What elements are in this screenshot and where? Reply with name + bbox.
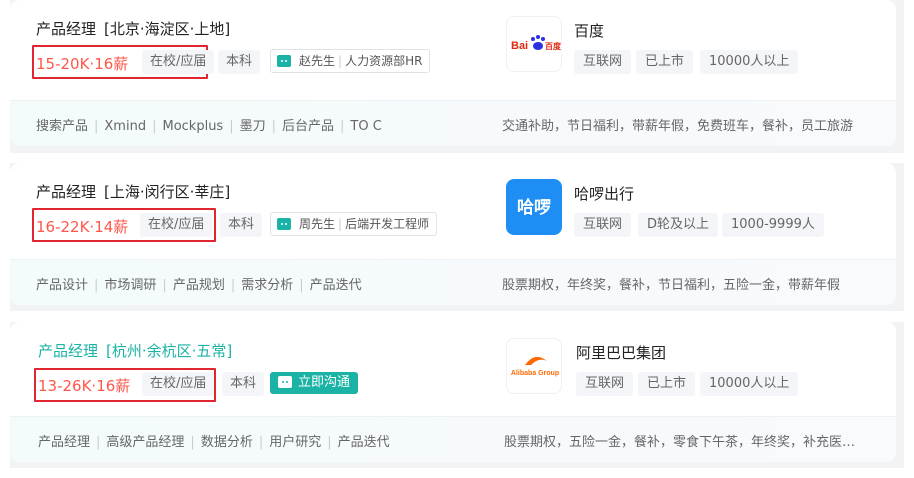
- skill-tag: 数据分析: [200, 435, 253, 450]
- company-stage-tag: D轮及以上: [638, 213, 719, 237]
- job-card-footer: 搜索产品 | Xmind | Mockplus | 墨刀 | 后台产品 | TO C 交通补助，节日…: [10, 100, 896, 146]
- recruiter-chat[interactable]: 周先生 | 后端开发工程师: [270, 212, 438, 236]
- job-card[interactable]: 产品经理 [上海·闵行区·莘庄] 16-22K·14薪 在校/应届 本科 周先生 |…: [10, 163, 896, 305]
- salary: 13-26K·16薪: [38, 377, 131, 395]
- chat-now-button[interactable]: 立即沟通: [270, 372, 359, 394]
- chat-icon: [277, 217, 291, 230]
- job-card-top: 产品经理 [杭州·余杭区·五常] 13-26K·16薪 在校/应届 本科 立即沟通…: [10, 322, 896, 414]
- chat-icon: [278, 375, 292, 388]
- skill-tags: 搜索产品 | Xmind | Mockplus | 墨刀 | 后台产品 | TO C: [36, 119, 382, 134]
- company-industry-tag: 互联网: [576, 372, 634, 396]
- job-title-link[interactable]: 产品经理 [上海·闵行区·莘庄]: [36, 181, 230, 202]
- company-logo[interactable]: Bai 百度: [506, 16, 562, 72]
- skill-tags: 产品经理 | 高级产品经理 | 数据分析 | 用户研究 | 产品迭代: [38, 435, 390, 450]
- skill-tags: 产品设计 | 市场调研 | 产品规划 | 需求分析 | 产品迭代: [36, 278, 362, 293]
- experience-tag: 在校/应届: [142, 50, 215, 74]
- recruiter-name: 赵先生: [299, 54, 336, 68]
- company-size-tag: 10000人以上: [700, 50, 799, 74]
- experience-tag: 在校/应届: [140, 213, 213, 237]
- company-stage-tag: 已上市: [636, 50, 694, 74]
- job-card-wrapper: 产品经理 [杭州·余杭区·五常] 13-26K·16薪 在校/应届 本科 立即沟通…: [10, 322, 904, 468]
- skill-tag: Mockplus: [162, 119, 224, 134]
- job-card-top: 产品经理 [北京·海淀区·上地] 15-20K·16薪 在校/应届 本科 赵先生 |…: [10, 0, 896, 92]
- job-list: 产品经理 [北京·海淀区·上地] 15-20K·16薪 在校/应届 本科 赵先生 |…: [0, 0, 914, 478]
- job-title[interactable]: 产品经理: [36, 20, 96, 38]
- job-title-link[interactable]: 产品经理 [杭州·余杭区·五常]: [38, 340, 232, 361]
- svg-text:百度: 百度: [545, 41, 562, 51]
- job-card-wrapper: 产品经理 [上海·闵行区·莘庄] 16-22K·14薪 在校/应届 本科 周先生 |…: [10, 163, 904, 311]
- company-industry-tag: 互联网: [574, 213, 632, 237]
- job-card[interactable]: 产品经理 [杭州·余杭区·五常] 13-26K·16薪 在校/应届 本科 立即沟通…: [10, 322, 896, 462]
- experience-tag: 在校/应届: [142, 372, 215, 396]
- company-name[interactable]: 百度: [574, 20, 604, 41]
- skill-tag: 高级产品经理: [106, 435, 185, 450]
- chat-icon: [277, 54, 291, 67]
- recruiter-chat[interactable]: 赵先生 | 人力资源部HR: [270, 49, 431, 73]
- company-industry-tag: 互联网: [574, 50, 632, 74]
- benefits-text: 交通补助，节日福利，带薪年假，免费班车，餐补，员工旅游: [502, 119, 854, 134]
- skill-tag: 产品迭代: [337, 435, 390, 450]
- job-location: [上海·闵行区·莘庄]: [104, 183, 231, 201]
- baidu-logo-icon: Bai 百度: [511, 35, 562, 52]
- education-tag: 本科: [218, 50, 261, 74]
- recruiter-role: 后端开发工程师: [345, 217, 430, 231]
- job-card-footer: 产品设计 | 市场调研 | 产品规划 | 需求分析 | 产品迭代 股票期权，年终奖，餐补，节日福…: [10, 259, 896, 305]
- education-tag: 本科: [222, 372, 265, 396]
- hello-logo-icon: 哈啰: [517, 197, 551, 218]
- chat-now-label: 立即沟通: [298, 375, 351, 390]
- job-card-footer: 产品经理 | 高级产品经理 | 数据分析 | 用户研究 | 产品迭代 股票期权，五险一金，餐补，…: [10, 416, 896, 462]
- svg-text:Alibaba Group: Alibaba Group: [511, 370, 559, 377]
- job-title-link[interactable]: 产品经理 [北京·海淀区·上地]: [36, 18, 230, 39]
- skill-tag: 产品设计: [36, 278, 89, 293]
- benefits-text: 股票期权，年终奖，餐补，节日福利，五险一金，带薪年假: [502, 278, 841, 293]
- company-size-tag: 10000人以上: [700, 372, 799, 396]
- company-logo[interactable]: 哈啰: [506, 179, 562, 235]
- svg-text:Bai: Bai: [511, 40, 528, 52]
- skill-tag: 产品迭代: [309, 278, 362, 293]
- recruiter-name: 周先生: [299, 217, 336, 231]
- job-title[interactable]: 产品经理: [36, 183, 96, 201]
- job-card-top: 产品经理 [上海·闵行区·莘庄] 16-22K·14薪 在校/应届 本科 周先生 |…: [10, 163, 896, 255]
- salary: 15-20K·16薪: [36, 55, 129, 73]
- skill-tag: 市场调研: [104, 278, 157, 293]
- job-card-wrapper: 产品经理 [北京·海淀区·上地] 15-20K·16薪 在校/应届 本科 赵先生 |…: [10, 0, 904, 153]
- skill-tag: Xmind: [104, 119, 147, 134]
- benefits-text: 股票期权，五险一金，餐补，零食下午茶，年终奖，补充医疗保险: [504, 435, 864, 450]
- company-stage-tag: 已上市: [638, 372, 696, 396]
- skill-tag: 用户研究: [269, 435, 322, 450]
- salary: 16-22K·14薪: [36, 218, 129, 236]
- recruiter-role: 人力资源部HR: [345, 54, 423, 68]
- job-location: [杭州·余杭区·五常]: [106, 342, 233, 360]
- skill-tag: TO C: [350, 119, 382, 134]
- skill-tag: 需求分析: [241, 278, 294, 293]
- job-location: [北京·海淀区·上地]: [104, 20, 231, 38]
- company-logo[interactable]: Alibaba Group: [506, 338, 562, 394]
- company-size-tag: 1000-9999人: [722, 213, 824, 237]
- company-name[interactable]: 阿里巴巴集团: [576, 342, 666, 363]
- skill-tag: 后台产品: [282, 119, 335, 134]
- divider: |: [338, 54, 343, 68]
- skill-tag: 产品规划: [172, 278, 225, 293]
- svg-text:哈啰: 哈啰: [517, 197, 551, 218]
- skill-tag: 产品经理: [38, 435, 91, 450]
- skill-tag: 搜索产品: [36, 119, 89, 134]
- skill-tag: 墨刀: [239, 119, 266, 134]
- job-title[interactable]: 产品经理: [38, 342, 98, 360]
- education-tag: 本科: [220, 213, 263, 237]
- alibaba-logo-icon: Alibaba Group: [511, 356, 559, 377]
- divider: |: [338, 217, 343, 231]
- company-name[interactable]: 哈啰出行: [574, 183, 634, 204]
- job-card[interactable]: 产品经理 [北京·海淀区·上地] 15-20K·16薪 在校/应届 本科 赵先生 |…: [10, 0, 896, 146]
